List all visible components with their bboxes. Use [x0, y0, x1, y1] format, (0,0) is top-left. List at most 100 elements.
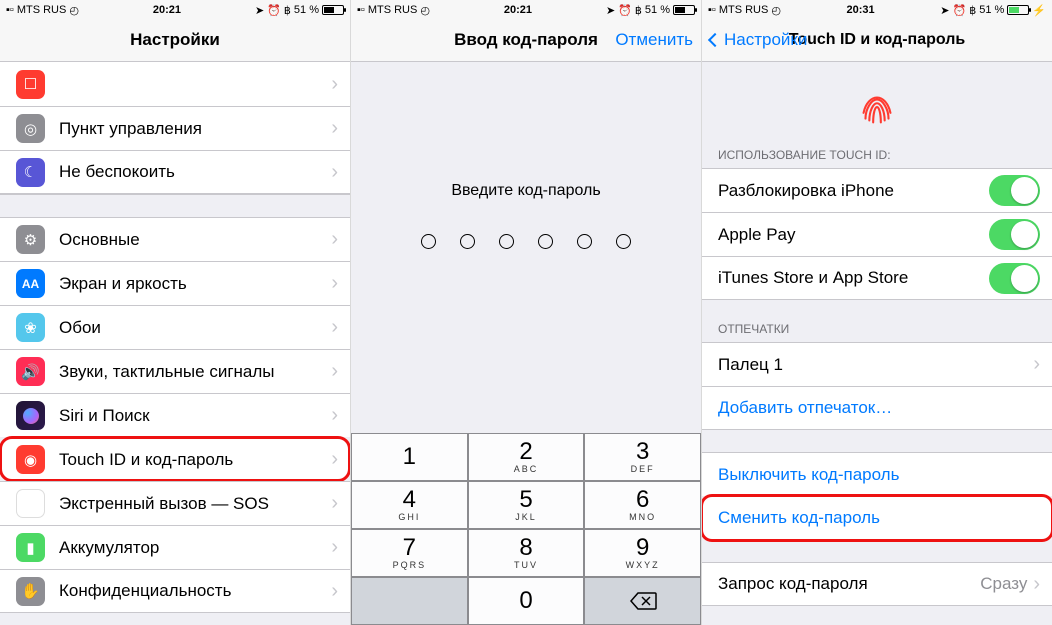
bluetooth-icon: ฿ [284, 4, 291, 17]
carrier-label: MTS RUS [17, 4, 67, 16]
row-label: Палец 1 [718, 355, 1033, 375]
toggle-row-unlock: Разблокировка iPhone [702, 168, 1052, 212]
settings-row-sounds[interactable]: 🔊Звуки, тактильные сигналы› [0, 349, 350, 393]
key-0[interactable]: 0 [468, 577, 585, 625]
key-backspace[interactable] [584, 577, 701, 625]
carrier-label: MTS RUS [719, 4, 769, 16]
settings-row-sos[interactable]: SOSЭкстренный вызов — SOS› [0, 481, 350, 525]
toggle-applepay[interactable] [989, 219, 1040, 250]
status-bar: ▪▫ MTS RUS ◴ 20:21 ➤ ⏰ ฿ 51 % [351, 0, 701, 18]
key-7[interactable]: 7PQRS [351, 529, 468, 577]
passcode-dot [538, 234, 553, 249]
settings-row-battery[interactable]: ▮Аккумулятор› [0, 525, 350, 569]
chevron-right-icon: › [331, 404, 338, 427]
battery-pct: 51 % [645, 4, 670, 16]
key-9[interactable]: 9WXYZ [584, 529, 701, 577]
settings-row-cut[interactable]: ☐ › [0, 62, 350, 106]
toggle-unlock[interactable] [989, 175, 1040, 206]
control-center-icon: ◎ [16, 114, 45, 143]
row-label: Звуки, тактильные сигналы [59, 362, 331, 382]
passcode-dot [577, 234, 592, 249]
fingerprint-row[interactable]: Палец 1› [702, 342, 1052, 386]
disable-passcode-button[interactable]: Выключить код-пароль [702, 452, 1052, 496]
require-passcode-row[interactable]: Запрос код-пароляСразу › [702, 562, 1052, 606]
change-passcode-button[interactable]: Сменить код-пароль [702, 496, 1052, 540]
sos-icon: SOS [16, 489, 45, 518]
battery-pct: 51 % [979, 4, 1004, 16]
toggle-row-itunes: iTunes Store и App Store [702, 256, 1052, 300]
bluetooth-icon: ฿ [969, 4, 976, 17]
chevron-right-icon: › [331, 117, 338, 140]
touchid-settings-screen: ▪▫ MTS RUS ◴ 20:31 ➤ ⏰ ฿ 51 % ⚡ Настройк… [702, 0, 1052, 625]
row-label: Экран и яркость [59, 274, 331, 294]
chevron-right-icon: › [1033, 353, 1040, 376]
alarm-icon: ⏰ [267, 4, 281, 17]
gear-icon: ⚙ [16, 225, 45, 254]
chevron-right-icon: › [1033, 573, 1040, 596]
passcode-prompt: Введите код-пароль [351, 182, 701, 200]
location-icon: ➤ [940, 4, 949, 17]
passcode-dot [499, 234, 514, 249]
settings-screen: ▪▫ MTS RUS ◴ 20:21 ➤ ⏰ ฿ 51 % Настройки … [0, 0, 351, 625]
row-label: Не беспокоить [59, 162, 331, 182]
battery-icon [673, 5, 695, 15]
row-label: Разблокировка iPhone [718, 181, 989, 201]
row-label: Аккумулятор [59, 538, 331, 558]
bluetooth-icon: ฿ [635, 4, 642, 17]
battery-icon [322, 5, 344, 15]
key-1[interactable]: 1 [351, 433, 468, 481]
toggle-itunes[interactable] [989, 263, 1040, 294]
add-fingerprint-button[interactable]: Добавить отпечаток… [702, 386, 1052, 430]
row-label: Пункт управления [59, 119, 331, 139]
key-2[interactable]: 2ABC [468, 433, 585, 481]
back-label: Настройки [724, 30, 807, 50]
nav-bar: Ввод код-пароля Отменить [351, 18, 701, 62]
moon-icon: ☾ [16, 158, 45, 187]
row-label: iTunes Store и App Store [718, 268, 989, 288]
settings-row-dnd[interactable]: ☾ Не беспокоить › [0, 150, 350, 194]
cancel-button[interactable]: Отменить [607, 18, 701, 62]
passcode-dot [460, 234, 475, 249]
passcode-dots [351, 234, 701, 249]
settings-row-control-center[interactable]: ◎ Пункт управления › [0, 106, 350, 150]
clock-label: 20:21 [79, 4, 255, 16]
row-label: Обои [59, 318, 331, 338]
chevron-right-icon: › [331, 492, 338, 515]
row-label: Запрос код-пароля [718, 574, 980, 594]
key-5[interactable]: 5JKL [468, 481, 585, 529]
page-title: Настройки [130, 30, 220, 50]
settings-row-touchid[interactable]: ◉Touch ID и код-пароль› [0, 437, 350, 481]
charging-icon: ⚡ [1032, 4, 1046, 17]
chevron-right-icon: › [331, 272, 338, 295]
row-value: Сразу [980, 574, 1027, 594]
battery-icon: ▮ [16, 533, 45, 562]
numeric-keypad: 1 2ABC 3DEF 4GHI 5JKL 6MNO 7PQRS 8TUV 9W… [351, 433, 701, 625]
location-icon: ➤ [606, 4, 615, 17]
key-empty [351, 577, 468, 625]
alarm-icon: ⏰ [618, 4, 632, 17]
back-button[interactable]: Настройки [702, 18, 815, 62]
alarm-icon: ⏰ [953, 4, 967, 17]
settings-row-privacy[interactable]: ✋Конфиденциальность› [0, 569, 350, 613]
key-3[interactable]: 3DEF [584, 433, 701, 481]
key-8[interactable]: 8TUV [468, 529, 585, 577]
carrier-label: MTS RUS [368, 4, 418, 16]
status-bar: ▪▫ MTS RUS ◴ 20:31 ➤ ⏰ ฿ 51 % ⚡ [702, 0, 1052, 18]
passcode-dot [616, 234, 631, 249]
backspace-icon [629, 591, 657, 611]
key-6[interactable]: 6MNO [584, 481, 701, 529]
fingerprint-icon: ◉ [16, 445, 45, 474]
page-title: Ввод код-пароля [454, 30, 598, 50]
settings-row-siri[interactable]: Siri и Поиск› [0, 393, 350, 437]
wifi-icon: ◴ [771, 4, 781, 17]
settings-row-display[interactable]: AAЭкран и яркость› [0, 261, 350, 305]
signal-icon: ▪▫ [6, 4, 14, 16]
nav-bar: Настройки [0, 18, 350, 62]
chevron-left-icon [708, 33, 722, 47]
row-label: Выключить код-пароль [718, 465, 1040, 485]
settings-row-general[interactable]: ⚙Основные› [0, 217, 350, 261]
row-label: Конфиденциальность [59, 581, 331, 601]
key-4[interactable]: 4GHI [351, 481, 468, 529]
settings-row-wallpaper[interactable]: ❀Обои› [0, 305, 350, 349]
toggle-row-applepay: Apple Pay [702, 212, 1052, 256]
